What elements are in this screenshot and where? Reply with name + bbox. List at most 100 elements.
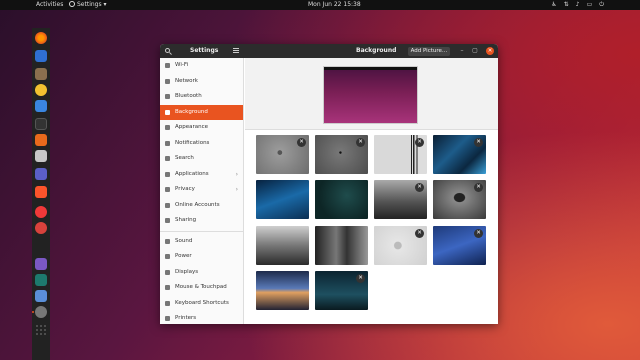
app-grid-icon[interactable] xyxy=(35,324,47,336)
sidebar-item-label: Background xyxy=(175,108,208,115)
search-icon[interactable] xyxy=(164,47,173,56)
sidebar-item-search[interactable]: Search xyxy=(160,151,243,167)
system-tray[interactable]: ♿ ⇅ ♪ ▭ ⏻ xyxy=(551,0,604,10)
sidebar-item-label: Printers xyxy=(175,315,197,321)
wallpaper-thumb[interactable] xyxy=(256,271,309,310)
sidebar-item-label: Search xyxy=(175,155,194,161)
sound-icon xyxy=(165,238,170,244)
sidebar-item-notifications[interactable]: Notifications xyxy=(160,136,243,152)
sidebar-item-label: Appearance xyxy=(175,124,209,130)
wallpaper-thumb[interactable]: ✕ xyxy=(433,180,486,219)
sidebar-item-background[interactable]: Background xyxy=(160,104,243,120)
image-viewer-icon[interactable] xyxy=(35,222,47,234)
wallpaper-thumb[interactable] xyxy=(315,226,368,265)
wallpaper-thumb[interactable]: ✕ xyxy=(433,135,486,174)
applications-icon xyxy=(165,171,170,177)
sidebar-item-label: Online Accounts xyxy=(175,201,220,208)
battery-icon[interactable]: ▭ xyxy=(587,0,593,10)
photos-icon[interactable] xyxy=(35,150,47,162)
sidebar-title: Settings xyxy=(190,47,219,54)
writer-icon[interactable] xyxy=(35,100,47,112)
sidebar-item-appearance[interactable]: Appearance xyxy=(160,120,243,136)
sidebar-item-printers[interactable]: Printers xyxy=(160,311,243,324)
sidebar-item-label: Privacy xyxy=(175,186,195,192)
remove-wallpaper-button[interactable]: ✕ xyxy=(474,138,483,147)
firefox-icon[interactable] xyxy=(35,32,47,44)
wallpaper-thumb[interactable]: ✕ xyxy=(256,135,309,174)
gear-icon xyxy=(69,1,75,7)
sidebar-item-applications[interactable]: Applications › xyxy=(160,167,243,183)
app-menu[interactable]: Settings ▾ xyxy=(69,0,107,10)
sidebar-item-sound[interactable]: Sound xyxy=(160,234,243,250)
terminal-icon[interactable] xyxy=(35,118,47,130)
volume-icon[interactable]: ♪ xyxy=(576,0,580,10)
sidebar-item-label: Notifications xyxy=(175,139,210,146)
vivaldi-icon[interactable] xyxy=(35,206,47,218)
sidebar-item-displays[interactable]: Displays xyxy=(160,265,243,281)
current-background-preview xyxy=(323,66,418,124)
text-editor-icon[interactable] xyxy=(35,258,47,270)
sidebar-item-privacy[interactable]: Privacy › xyxy=(160,182,243,198)
remove-wallpaper-button[interactable]: ✕ xyxy=(356,138,365,147)
wallpaper-thumb[interactable]: ✕ xyxy=(374,226,427,265)
wallpaper-thumb[interactable] xyxy=(315,180,368,219)
remove-wallpaper-button[interactable]: ✕ xyxy=(415,183,424,192)
sidebar-item-label: Mouse & Touchpad xyxy=(175,284,227,290)
sidebar-item-label: Displays xyxy=(175,268,199,275)
remove-wallpaper-button[interactable]: ✕ xyxy=(356,274,365,283)
calculator-icon[interactable] xyxy=(35,274,47,286)
sidebar-item-label: Sound xyxy=(175,237,193,244)
remove-wallpaper-button[interactable]: ✕ xyxy=(415,229,424,238)
displays-icon xyxy=(165,269,170,275)
document-viewer-icon[interactable] xyxy=(35,290,47,302)
sidebar-item-mouse-touchpad[interactable]: Mouse & Touchpad xyxy=(160,280,243,296)
maximize-button[interactable]: ▢ xyxy=(471,47,479,55)
sidebar-item-bluetooth[interactable]: Bluetooth xyxy=(160,89,243,105)
keyboard-icon xyxy=(165,300,170,306)
wallpaper-thumb[interactable]: ✕ xyxy=(315,135,368,174)
wallpaper-thumb[interactable]: ✕ xyxy=(374,135,427,174)
wallpaper-thumb[interactable]: ✕ xyxy=(315,271,368,310)
sidebar-item-keyboard-shortcuts[interactable]: Keyboard Shortcuts xyxy=(160,296,243,312)
app-menu-label: Settings ▾ xyxy=(77,1,107,8)
remove-wallpaper-button[interactable]: ✕ xyxy=(474,229,483,238)
sidebar-item-label: Wi-Fi xyxy=(175,62,189,68)
chevron-right-icon: › xyxy=(235,170,238,178)
accessibility-icon[interactable]: ♿ xyxy=(551,0,556,10)
wallpaper-thumb[interactable]: ✕ xyxy=(433,226,486,265)
sidebar-item-wifi[interactable]: Wi-Fi xyxy=(160,58,243,74)
wallpaper-thumb[interactable] xyxy=(256,226,309,265)
sidebar-item-sharing[interactable]: Sharing xyxy=(160,213,243,229)
sidebar-item-network[interactable]: Network xyxy=(160,74,243,90)
hamburger-menu-icon[interactable] xyxy=(232,47,241,55)
add-picture-button[interactable]: Add Picture… xyxy=(408,47,450,56)
sidebar-item-power[interactable]: Power xyxy=(160,249,243,265)
activities-button[interactable]: Activities xyxy=(36,0,63,10)
minimize-button[interactable]: – xyxy=(458,47,466,55)
close-button[interactable]: ✕ xyxy=(486,47,494,55)
clock[interactable]: Mon Jun 22 15:38 xyxy=(308,0,361,10)
wallpaper-thumb[interactable] xyxy=(256,180,309,219)
mail-icon[interactable] xyxy=(35,50,47,62)
online-accounts-icon xyxy=(165,202,170,208)
background-icon xyxy=(165,109,170,115)
remove-wallpaper-button[interactable]: ✕ xyxy=(474,183,483,192)
settings-icon[interactable] xyxy=(32,306,47,318)
search-icon xyxy=(165,156,170,161)
dock xyxy=(32,28,50,360)
sidebar-item-online-accounts[interactable]: Online Accounts xyxy=(160,198,243,214)
notifications-icon xyxy=(165,140,170,146)
printer-icon xyxy=(165,316,170,321)
network-icon[interactable]: ⇅ xyxy=(564,0,569,10)
files-icon[interactable] xyxy=(35,68,47,80)
brave-icon[interactable] xyxy=(35,186,47,198)
software-icon[interactable] xyxy=(35,134,47,146)
wallpaper-thumb[interactable]: ✕ xyxy=(374,180,427,219)
rhythmbox-icon[interactable] xyxy=(35,84,47,96)
title-bar: Settings Background Add Picture… – ▢ ✕ xyxy=(160,44,498,58)
teams-icon[interactable] xyxy=(35,168,47,180)
remove-wallpaper-button[interactable]: ✕ xyxy=(415,138,424,147)
remove-wallpaper-button[interactable]: ✕ xyxy=(297,138,306,147)
power-icon[interactable]: ⏻ xyxy=(599,0,604,10)
network-icon xyxy=(165,78,170,84)
